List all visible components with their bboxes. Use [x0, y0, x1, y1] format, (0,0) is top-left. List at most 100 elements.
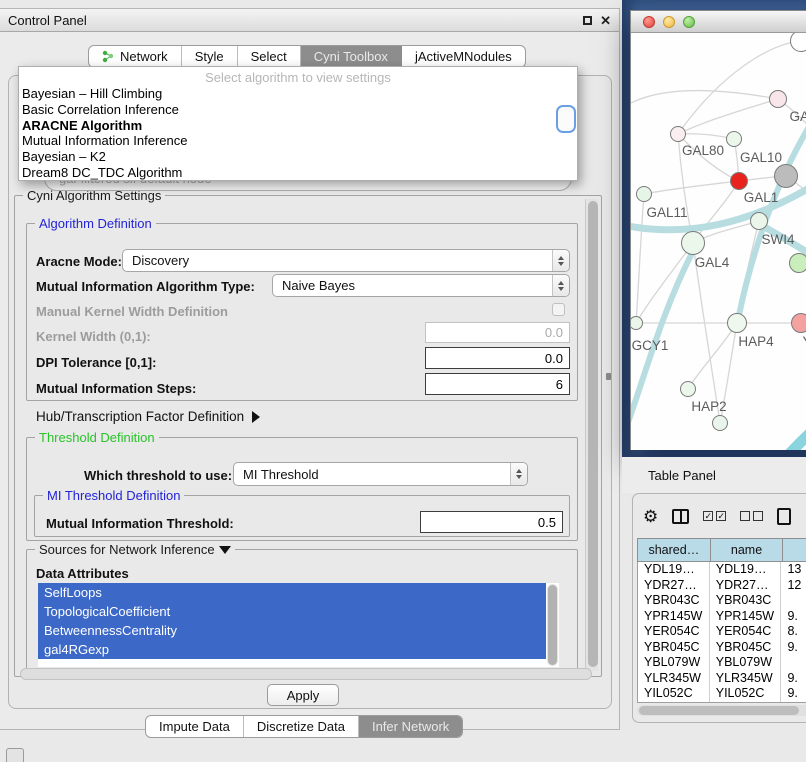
algorithm-option[interactable]: ARACNE Algorithm [19, 118, 577, 134]
tab-discretize-data-label: Discretize Data [257, 719, 345, 734]
algorithm-option[interactable]: Dream8 DC_TDC Algorithm [19, 165, 577, 181]
network-node-gal[interactable] [769, 90, 787, 108]
select-all-columns-icon[interactable]: ✓✓ [703, 511, 726, 521]
network-node-gal4[interactable] [681, 231, 705, 255]
tab-jactivemnodules-label: jActiveMNodules [415, 49, 512, 64]
gear-icon[interactable]: ⚙ [643, 508, 658, 525]
apply-button[interactable]: Apply [267, 684, 339, 706]
focused-combobox-fragment[interactable] [556, 105, 576, 133]
table-panel-titlebar: Table Panel [622, 457, 806, 493]
data-attribute-item[interactable]: gal4RGexp [38, 640, 546, 659]
hub-definition-expander[interactable]: Hub/Transcription Factor Definition [36, 409, 260, 424]
sources-title[interactable]: Sources for Network Inference [35, 542, 235, 557]
network-node-y[interactable] [791, 313, 806, 333]
table-cell [781, 655, 806, 671]
network-node-gal1[interactable] [730, 172, 748, 190]
dpi-tolerance-label: DPI Tolerance [0,1]: [36, 355, 156, 370]
file-icon[interactable] [777, 508, 791, 525]
table-cell: YBR043C [710, 593, 782, 609]
control-panel-window: Control Panel ✕ Network Style Select Cyn [0, 8, 620, 730]
settings-scrollbar-thumb[interactable] [588, 201, 598, 667]
mi-type-combobox[interactable]: Naive Bayes [272, 274, 570, 297]
table-row[interactable]: YPR145WYPR145W9. [638, 609, 806, 625]
zoom-traffic-light-icon[interactable] [683, 16, 695, 28]
which-threshold-label: Which threshold to use: [84, 468, 232, 483]
table-cell: 9. [781, 609, 806, 625]
attributes-scrollbar-thumb[interactable] [548, 585, 557, 665]
algorithm-dropdown-prompt: Select algorithm to view settings [19, 69, 577, 86]
hub-definition-label: Hub/Transcription Factor Definition [36, 409, 244, 424]
settings-scrollbar[interactable] [585, 199, 598, 671]
table-horizontal-scrollbar-thumb[interactable] [639, 706, 799, 715]
algorithm-option[interactable]: Bayesian – K2 [19, 149, 577, 165]
tab-discretize-data[interactable]: Discretize Data [244, 716, 359, 737]
table-row[interactable]: YBL079WYBL079W [638, 655, 806, 671]
tab-infer-network[interactable]: Infer Network [359, 716, 462, 737]
network-node-gal11[interactable] [636, 186, 652, 202]
table-cell: YPR145W [710, 609, 782, 625]
data-attribute-item[interactable]: TopologicalCoefficient [38, 602, 546, 621]
table-body: YDL19…YDL19…13YDR27…YDR27…12YBR043CYBR04… [637, 562, 806, 703]
table-row[interactable]: YDR27…YDR27…12 [638, 578, 806, 594]
mi-steps-field[interactable]: 6 [425, 373, 570, 395]
data-attribute-item[interactable]: SelfLoops [38, 583, 546, 602]
table-row[interactable]: YER054CYER054C8. [638, 624, 806, 640]
network-node[interactable] [774, 164, 798, 188]
close-traffic-light-icon[interactable] [643, 16, 655, 28]
dpi-tolerance-field[interactable]: 0.0 [425, 347, 570, 369]
column-header-shared-name[interactable]: shared… [637, 538, 710, 562]
table-cell: 13 [781, 562, 806, 578]
aracne-mode-combobox[interactable]: Discovery [122, 249, 570, 272]
horizontal-scrollbar[interactable] [20, 668, 592, 680]
kernel-width-field[interactable]: 0.0 [425, 322, 570, 343]
which-threshold-combobox[interactable]: MI Threshold [233, 462, 528, 486]
attributes-scrollbar[interactable] [547, 584, 558, 666]
network-node-gal10[interactable] [726, 131, 742, 147]
float-window-icon[interactable] [583, 16, 592, 25]
algorithm-option[interactable]: Bayesian – Hill Climbing [19, 86, 577, 102]
control-panel-titlebar: Control Panel ✕ [0, 9, 619, 32]
table-row[interactable]: YIL052CYIL052C9. [638, 686, 806, 702]
network-node[interactable] [789, 253, 806, 273]
table-row[interactable]: YLR345WYLR345W9. [638, 671, 806, 687]
node-table: shared… name YDL19…YDL19…13YDR27…YDR27…1… [637, 538, 806, 703]
column-header-partial[interactable] [782, 538, 806, 562]
network-node[interactable] [712, 415, 728, 431]
panel-divider-grip[interactable] [606, 373, 611, 380]
network-node-swi4[interactable] [750, 212, 768, 230]
minimized-panel-icon[interactable] [6, 748, 24, 762]
algorithm-option[interactable]: Mutual Information Inference [19, 133, 577, 149]
table-cell: YDR27… [638, 578, 710, 594]
close-window-icon[interactable]: ✕ [600, 14, 611, 27]
network-node-gal80[interactable] [670, 126, 686, 142]
table-cell: 12 [781, 578, 806, 594]
aracne-mode-label: Aracne Mode: [36, 254, 122, 269]
columns-icon[interactable] [672, 509, 689, 524]
tab-jactivemnodules[interactable]: jActiveMNodules [402, 46, 525, 67]
mi-threshold-field[interactable]: 0.5 [420, 511, 563, 533]
tab-cyni-toolbox[interactable]: Cyni Toolbox [301, 46, 402, 67]
data-attribute-item[interactable]: BetweennessCentrality [38, 621, 546, 640]
algorithm-dropdown-list: Bayesian – Hill ClimbingBasic Correlatio… [19, 86, 577, 181]
minimize-traffic-light-icon[interactable] [663, 16, 675, 28]
network-node-label: GCY1 [632, 338, 669, 353]
algorithm-option[interactable]: Basic Correlation Inference [19, 102, 577, 118]
column-header-name[interactable]: name [710, 538, 783, 562]
network-node-label: GAL [789, 109, 806, 124]
tab-style[interactable]: Style [182, 46, 238, 67]
network-view-window[interactable]: GALGAL80GAL10GAL1GAL11GAL4SWI4GCY1HAP4YH… [630, 10, 806, 450]
tab-select[interactable]: Select [238, 46, 301, 67]
network-node-hap2[interactable] [680, 381, 696, 397]
tab-impute-data[interactable]: Impute Data [146, 716, 244, 737]
table-row[interactable]: YDL19…YDL19…13 [638, 562, 806, 578]
kernel-width-label: Kernel Width (0,1): [36, 329, 151, 344]
table-row[interactable]: YBR045CYBR045C9. [638, 640, 806, 656]
table-cell: YIL052C [710, 686, 782, 702]
table-row[interactable]: YBR043CYBR043C [638, 593, 806, 609]
network-canvas[interactable]: GALGAL80GAL10GAL1GAL11GAL4SWI4GCY1HAP4YH… [631, 33, 806, 450]
network-node-hap4[interactable] [727, 313, 747, 333]
table-horizontal-scrollbar[interactable] [637, 705, 806, 716]
tab-network[interactable]: Network [89, 46, 182, 67]
manual-kernel-checkbox[interactable] [552, 303, 565, 316]
deselect-all-columns-icon[interactable] [740, 511, 763, 521]
